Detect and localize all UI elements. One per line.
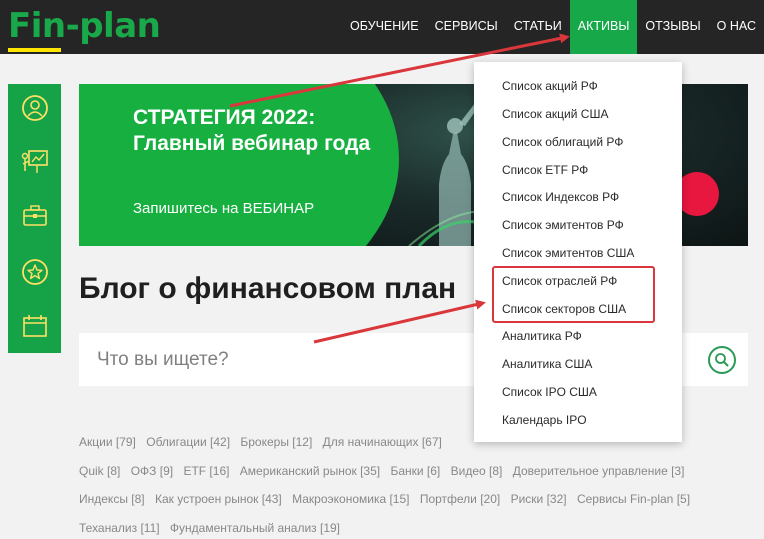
page-title: Блог о финансовом план — [79, 272, 457, 305]
tag-link[interactable]: Акции [79] — [79, 435, 136, 449]
menu-item-ipo-us[interactable]: Список IPO США — [502, 385, 597, 399]
tag-link[interactable]: Индексы [8] — [79, 492, 145, 506]
tag-link[interactable]: Для начинающих [67] — [323, 435, 442, 449]
banner-subtitle: Запишитесь на ВЕБИНАР — [133, 200, 315, 217]
search-icon[interactable] — [708, 346, 736, 374]
banner-title: СТРАТЕГИЯ 2022: Главный вебинар года — [133, 106, 371, 155]
tag-link[interactable]: Макроэкономика [15] — [292, 492, 409, 506]
tag-link[interactable]: Банки [6] — [390, 464, 440, 478]
nav-item-aktivy[interactable]: АКТИВЫ — [569, 0, 638, 54]
menu-item-issuers-us[interactable]: Список эмитентов США — [502, 246, 634, 260]
user-icon[interactable] — [19, 92, 50, 123]
tag-link[interactable]: Портфели [20] — [420, 492, 500, 506]
menu-item-analytics-us[interactable]: Аналитика США — [502, 357, 592, 371]
nav-item-obuchenie[interactable]: ОБУЧЕНИЕ — [342, 0, 427, 54]
tag-link[interactable]: Как устроен рынок [43] — [155, 492, 282, 506]
tag-link[interactable]: ETF [16] — [183, 464, 229, 478]
presentation-icon[interactable] — [19, 146, 50, 177]
tag-cloud: Акции [79] Облигации [42] Брокеры [12] Д… — [79, 428, 759, 539]
nav-item-stati[interactable]: СТАТЬИ — [506, 0, 570, 54]
logo-underline — [8, 48, 61, 52]
menu-item-analytics-ru[interactable]: Аналитика РФ — [502, 329, 582, 343]
tag-link[interactable]: Видео [8] — [451, 464, 503, 478]
menu-item-stocks-us[interactable]: Список акций США — [502, 107, 608, 121]
top-navbar: Fin-plan ОБУЧЕНИЕ СЕРВИСЫ СТАТЬИ АКТИВЫ … — [0, 0, 764, 54]
tag-link[interactable]: Фундаментальный анализ [19] — [170, 521, 340, 535]
menu-item-industries-ru[interactable]: Список отраслей РФ — [502, 274, 617, 288]
menu-item-ipo-calendar[interactable]: Календарь IPO — [502, 413, 587, 427]
tag-link[interactable]: Сервисы Fin-plan [5] — [577, 492, 690, 506]
nav-item-servisy[interactable]: СЕРВИСЫ — [427, 0, 506, 54]
tag-link[interactable]: Облигации [42] — [146, 435, 230, 449]
menu-item-indexes-ru[interactable]: Список Индексов РФ — [502, 190, 619, 204]
star-icon[interactable] — [19, 256, 50, 287]
tag-link[interactable]: Теханализ [11] — [79, 521, 160, 535]
tag-link[interactable]: Брокеры [12] — [240, 435, 312, 449]
menu-item-bonds-ru[interactable]: Список облигаций РФ — [502, 135, 623, 149]
tag-link[interactable]: Доверительное управление [3] — [513, 464, 685, 478]
calendar-icon[interactable] — [19, 310, 50, 341]
tag-link[interactable]: Риски [32] — [511, 492, 567, 506]
assets-dropdown-menu: Список акций РФ Список акций США Список … — [474, 62, 682, 442]
menu-item-etf-ru[interactable]: Список ETF РФ — [502, 163, 588, 177]
main-nav: ОБУЧЕНИЕ СЕРВИСЫ СТАТЬИ АКТИВЫ ОТЗЫВЫ О … — [342, 0, 764, 54]
menu-item-issuers-ru[interactable]: Список эмитентов РФ — [502, 218, 624, 232]
menu-item-stocks-ru[interactable]: Список акций РФ — [502, 79, 598, 93]
nav-item-o-nas[interactable]: О НАС — [709, 0, 764, 54]
menu-item-sectors-us[interactable]: Список секторов США — [502, 302, 626, 316]
tag-link[interactable]: ОФЗ [9] — [131, 464, 173, 478]
tag-link[interactable]: Quik [8] — [79, 464, 120, 478]
tag-link[interactable]: Американский рынок [35] — [240, 464, 380, 478]
nav-item-otzyvy[interactable]: ОТЗЫВЫ — [637, 0, 708, 54]
site-logo[interactable]: Fin-plan — [8, 6, 161, 46]
left-sidebar — [8, 84, 61, 353]
briefcase-icon[interactable] — [19, 200, 50, 231]
